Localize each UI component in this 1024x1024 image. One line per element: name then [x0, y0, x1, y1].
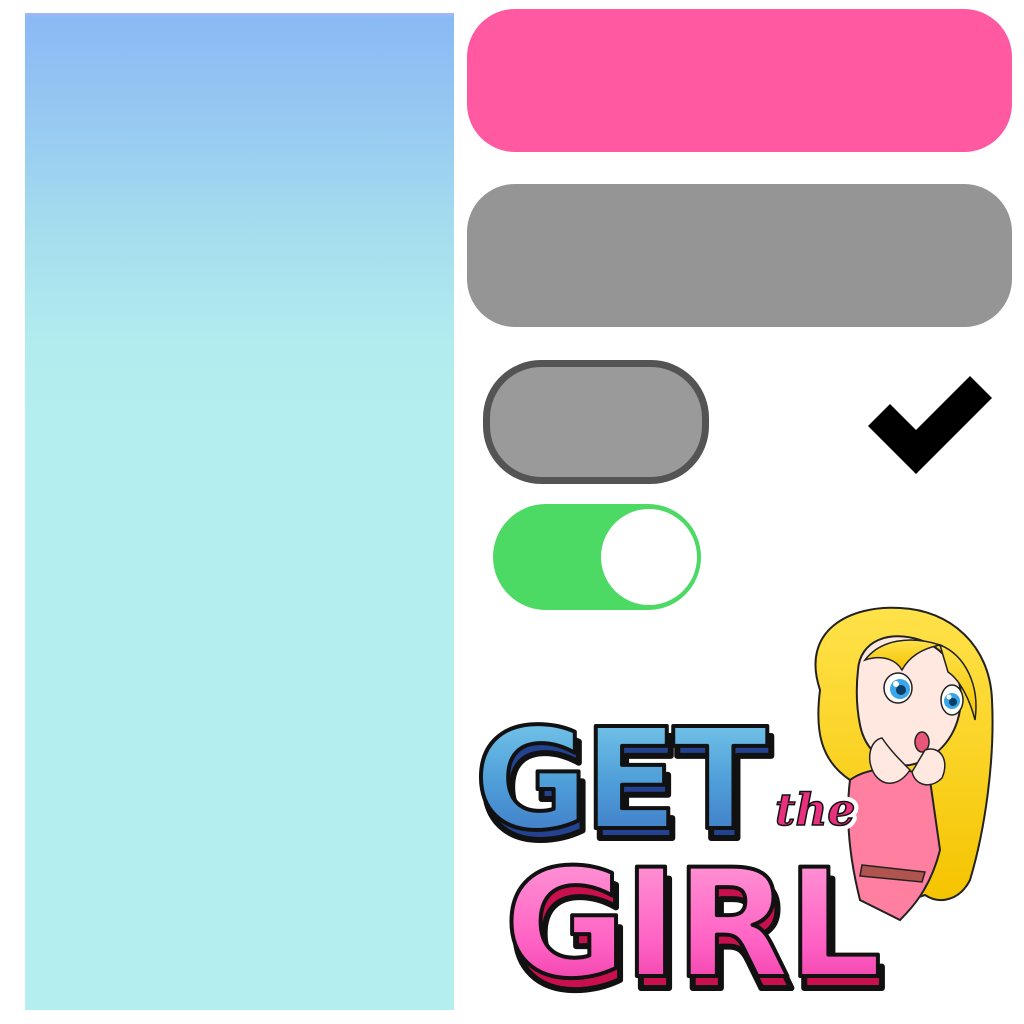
get-the-girl-logo: GET GET the the GIRL GIRL — [472, 606, 994, 1000]
pink-button[interactable] — [467, 9, 1012, 152]
svg-text:GIRL: GIRL — [504, 838, 878, 1000]
gray-pill-button[interactable] — [483, 360, 709, 484]
checkmark-icon — [868, 376, 992, 474]
gray-button[interactable] — [467, 184, 1012, 327]
logo-word-girl: GIRL GIRL — [502, 836, 889, 1000]
game-ui-stage: GET GET the the GIRL GIRL — [0, 0, 1024, 1024]
sky-gradient-panel — [25, 13, 454, 1010]
toggle-knob[interactable] — [601, 509, 697, 605]
svg-text:the: the — [775, 785, 855, 836]
logo-word-the: the the — [770, 780, 860, 841]
